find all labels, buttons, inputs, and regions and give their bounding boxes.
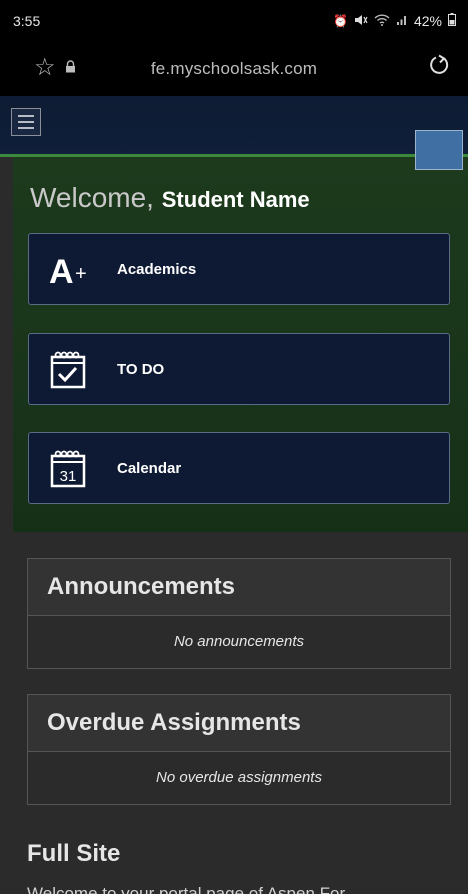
todo-calendar-check-icon xyxy=(49,350,89,390)
announcements-header: Announcements xyxy=(28,559,450,616)
calendar-icon-number: 31 xyxy=(60,468,77,485)
todo-label: TO DO xyxy=(117,360,165,378)
calendar-label: Calendar xyxy=(117,459,182,477)
alarm-icon: ⏰ xyxy=(333,14,348,28)
status-bar: 3:55 ⏰ 42% xyxy=(0,0,468,42)
calendar-31-icon: 31 xyxy=(49,449,89,489)
mute-icon xyxy=(354,14,368,29)
overdue-header: Overdue Assignments xyxy=(28,695,450,752)
announcements-panel: Announcements No announcements xyxy=(27,558,451,669)
floating-square-button[interactable] xyxy=(415,130,463,170)
status-time: 3:55 xyxy=(13,13,41,29)
announcements-title: Announcements xyxy=(47,573,236,600)
svg-text:A: A xyxy=(49,253,74,290)
reload-icon[interactable] xyxy=(428,54,450,83)
full-site-text: Welcome to your portal page of Aspen For xyxy=(27,884,346,894)
overdue-assignments-panel: Overdue Assignments No overdue assignmen… xyxy=(27,694,451,805)
welcome-greeting: Welcome, xyxy=(30,182,154,213)
hamburger-menu-icon[interactable] xyxy=(11,108,41,136)
address-bar-url[interactable]: fe.myschoolsask.com xyxy=(0,59,468,79)
announcements-empty: No announcements xyxy=(173,633,305,650)
overdue-title: Overdue Assignments xyxy=(47,709,301,736)
app-header xyxy=(0,96,468,154)
full-site-heading: Full Site xyxy=(27,840,121,867)
browser-toolbar: ☆ fe.myschoolsask.com xyxy=(0,42,468,96)
battery-percent: 42% xyxy=(413,13,442,29)
calendar-button[interactable]: 31 Calendar xyxy=(28,432,450,504)
wifi-icon xyxy=(374,13,390,29)
aplus-icon: A + xyxy=(49,250,89,291)
welcome-heading: Welcome, Student Name xyxy=(30,182,310,214)
page-margin xyxy=(468,0,474,894)
academics-button[interactable]: A + Academics xyxy=(28,233,450,305)
battery-icon xyxy=(448,13,456,29)
phone-screen: 3:55 ⏰ 42% ☆ fe.myschoolsask.com Welcome… xyxy=(0,0,468,894)
overdue-empty: No overdue assignments xyxy=(156,769,322,786)
signal-icon xyxy=(396,14,408,29)
svg-text:+: + xyxy=(75,263,87,285)
status-icons: ⏰ 42% xyxy=(333,13,456,29)
todo-button[interactable]: TO DO xyxy=(28,333,450,405)
student-name: Student Name xyxy=(161,187,310,212)
academics-label: Academics xyxy=(117,260,197,278)
